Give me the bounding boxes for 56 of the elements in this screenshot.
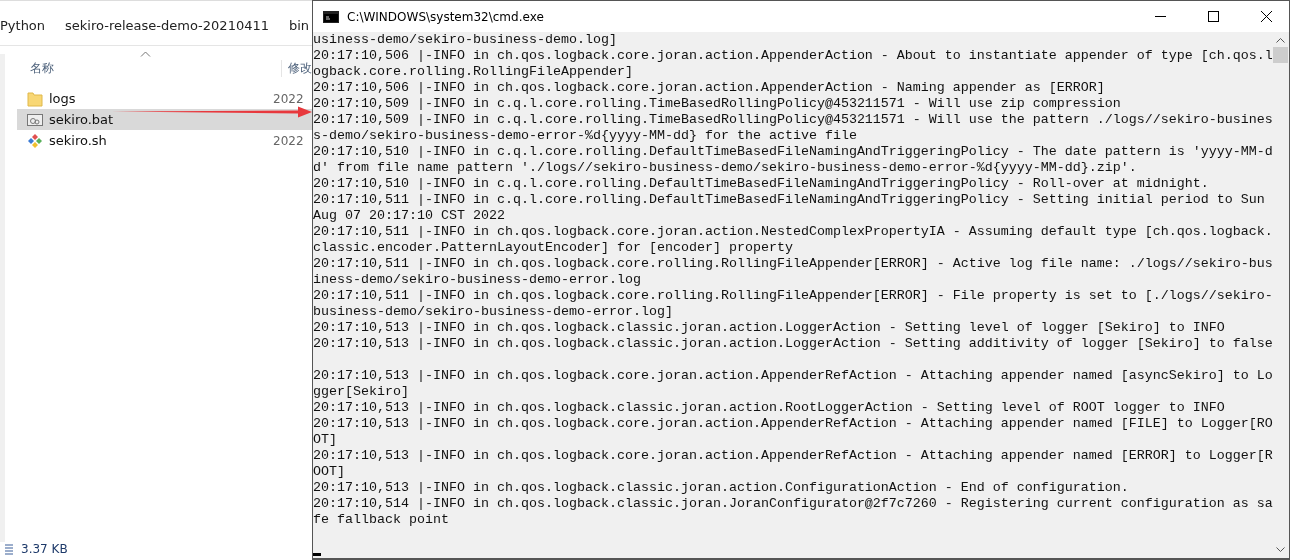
window-title: C:\WINDOWS\system32\cmd.exe	[347, 9, 544, 24]
console-line: 20:17:10,511 |-INFO in ch.qos.logback.core.rolling.RollingFileAppender[ERROR] - Active log file name: ./logs//sekiro-bus	[313, 256, 1273, 272]
breadcrumb-item[interactable]: sekiro-release-demo-20210411	[65, 17, 269, 33]
console-line: 20:17:10,513 |-INFO in ch.qos.logback.classic.joran.action.RootLoggerAction - Setting level of ROOT logger to INFO	[313, 400, 1226, 416]
console-line: usiness-demo/sekiro-business-demo.log]	[313, 32, 618, 48]
console-icon	[323, 10, 339, 23]
console-line: 20:17:10,506 |-INFO in ch.qos.logback.core.joran.action.AppenderAction - About to instantiate appender of type [ch.qos.l	[313, 48, 1273, 64]
console-line: 20:17:10,513 |-INFO in ch.qos.logback.classic.joran.action.ConfigurationAction - End of configuration.	[313, 480, 1130, 496]
column-header[interactable]: 修改	[281, 59, 312, 77]
console-line: 20:17:10,511 |-INFO in c.q.l.core.rolling.DefaultTimeBasedFileNamingAndTriggeringPolicy - Setting initial period to Sun	[313, 192, 1266, 208]
console-line: fe fallback point	[313, 512, 450, 528]
console-line: 20:17:10,506 |-INFO in ch.qos.logback.core.joran.action.AppenderAction - Naming appender as [ERROR]	[313, 80, 1106, 96]
console-line: 20:17:10,514 |-INFO in ch.qos.logback.classic.joran.JoranConfigurator@2f7c7260 - Registering current configuration as sa	[313, 496, 1273, 512]
console-line: iness-demo/sekiro-business-demo-error.log	[313, 272, 642, 288]
console-line: ogback.core.rolling.RollingFileAppender]	[313, 64, 634, 80]
console-line: OT]	[313, 432, 338, 448]
console-line: 20:17:10,513 |-INFO in ch.qos.logback.core.joran.action.AppenderRefAction - Attaching appender named [asyncSekiro] to Lo	[313, 368, 1273, 384]
file-name: logs	[49, 91, 77, 106]
file-date: 2022	[273, 91, 304, 106]
file-name: sekiro.sh	[49, 133, 108, 148]
console-line: d' from file name pattern './logs//sekiro-business-demo/sekiro-business-demo-error-%d{yyyy-MM-dd}.zip'.	[313, 160, 1138, 176]
file-row[interactable]: logs 2022	[17, 88, 312, 109]
folder-icon	[27, 90, 43, 107]
console-line: 20:17:10,511 |-INFO in ch.qos.logback.core.rolling.RollingFileAppender[ERROR] - File property is set to [./logs//sekiro-	[313, 288, 1273, 304]
console-line: 20:17:10,510 |-INFO in c.q.l.core.rolling.DefaultTimeBasedFileNamingAndTriggeringPolicy - Roll-over at midnight.	[313, 176, 1210, 192]
scrollbar-thumb[interactable]	[1273, 47, 1289, 63]
file-row[interactable]: sekiro.sh 2022	[17, 130, 312, 151]
diamond-icon	[27, 132, 43, 149]
console-line: 20:17:10,510 |-INFO in c.q.l.core.rolling.DefaultTimeBasedFileNamingAndTriggeringPolicy - The date pattern is 'yyyy-MM-d	[313, 144, 1273, 160]
close-icon[interactable]	[1261, 11, 1272, 22]
file-name: sekiro.bat	[49, 112, 115, 127]
scroll-up-icon[interactable]	[1276, 38, 1286, 43]
console-line: Aug 07 20:17:10 CST 2022	[313, 208, 506, 224]
console-line: 20:17:10,509 |-INFO in c.q.l.core.rolling.TimeBasedRollingPolicy@453211571 - Will use zip compression	[313, 96, 1122, 112]
console-line: 20:17:10,513 |-INFO in ch.qos.logback.core.joran.action.AppenderRefAction - Attaching appender named [ERROR] to Logger[R	[313, 448, 1273, 464]
console-line: 20:17:10,511 |-INFO in ch.qos.logback.core.joran.action.NestedComplexPropertyIA - Assuming default type [ch.qos.logback.	[313, 224, 1273, 240]
console-line: classic.encoder.PatternLayoutEncoder] for [encoder] property	[313, 240, 794, 256]
scroll-down-icon[interactable]	[1276, 547, 1286, 552]
gear-file-icon	[27, 111, 43, 128]
console-line: s-demo/sekiro-business-demo-error-%d{yyyy-MM-dd} for the active file	[313, 128, 858, 144]
console-line: 20:17:10,513 |-INFO in ch.qos.logback.core.joran.action.AppenderRefAction - Attaching appender named [FILE] to Logger[RO	[313, 416, 1273, 432]
breadcrumb-item[interactable]: bin	[289, 17, 310, 33]
column-header[interactable]: 名称	[17, 59, 281, 77]
file-date: 2022	[273, 133, 304, 148]
file-row[interactable]: sekiro.bat	[17, 109, 312, 130]
console-line: 20:17:10,513 |-INFO in ch.qos.logback.classic.joran.action.LoggerAction - Setting level of logger [Sekiro] to INFO	[313, 320, 1226, 336]
console-line: business-demo/sekiro-business-demo-error.log]	[313, 304, 674, 320]
maximize-icon[interactable]	[1208, 11, 1219, 22]
console-line: 20:17:10,513 |-INFO in ch.qos.logback.classic.joran.action.LoggerAction - Setting additivity of logger [Sekiro] to false	[313, 336, 1273, 352]
console-line: 20:17:10,509 |-INFO in c.q.l.core.rolling.TimeBasedRollingPolicy@453211571 - Will use the pattern ./logs//sekiro-busines	[313, 112, 1273, 128]
sort-caret-icon	[140, 51, 151, 57]
breadcrumb-item[interactable]: Python	[0, 17, 46, 33]
console-line: OOT]	[313, 464, 346, 480]
console-line: gger[Sekiro]	[313, 384, 410, 400]
status-text: 3.37 KB	[21, 542, 68, 556]
text-cursor	[313, 553, 321, 556]
